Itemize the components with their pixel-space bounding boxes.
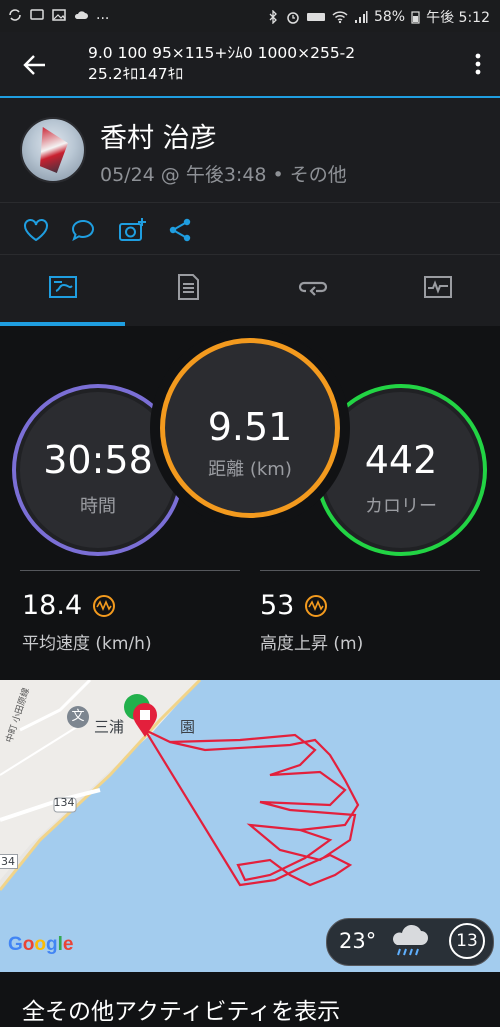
elevation-label: 高度上昇 (m) — [260, 634, 364, 654]
status-more: ... — [96, 7, 110, 23]
tab-stats[interactable] — [125, 255, 250, 327]
weather-widget[interactable]: 23° 13 — [326, 918, 494, 966]
pace-indicator-icon[interactable] — [92, 594, 116, 618]
school-icon: 文 — [67, 706, 89, 728]
share-icon[interactable] — [167, 217, 195, 243]
laps-icon — [298, 281, 328, 296]
app-bar: 9.0 100 95×115+ｼﾑ0 1000×255-2 25.2ｷﾛ147ｷ… — [0, 32, 500, 96]
tab-bar — [0, 254, 500, 327]
battery-percent: 58% — [373, 9, 406, 25]
map-overview-icon — [49, 276, 77, 298]
avg-speed-value: 18.4 — [22, 590, 83, 621]
activity-title: 9.0 100 95×115+ｼﾑ0 1000×255-2 25.2ｷﾛ147ｷ… — [88, 43, 355, 85]
distance-label: 距離 (km) — [208, 459, 292, 480]
calories-value: 442 — [364, 438, 438, 482]
calories-label: カロリー — [365, 496, 437, 517]
status-time: 午後 5:12 — [426, 10, 490, 26]
elevation-metric: 53 高度上昇 (m) — [260, 590, 363, 654]
tab-charts[interactable] — [375, 255, 500, 327]
alarm-icon — [287, 12, 299, 24]
wind-icon: 13 — [449, 923, 485, 959]
cloud-icon — [74, 11, 88, 19]
tab-overview[interactable] — [0, 255, 125, 327]
metric-divider-right — [260, 570, 480, 571]
chart-icon — [424, 276, 452, 298]
action-bar — [0, 202, 500, 255]
google-logo: Google — [8, 934, 74, 955]
place-label: 三浦園 — [94, 718, 196, 736]
image-icon — [52, 9, 66, 21]
calories-ring: 442 カロリー — [315, 384, 487, 556]
more-vert-icon[interactable] — [474, 52, 482, 76]
footer[interactable]: 全その他アクティビティを表示 — [0, 972, 500, 1027]
status-bar: ... 58% 午後 5:12 — [0, 0, 500, 32]
tab-laps[interactable] — [250, 255, 375, 327]
time-ring: 30:58 時間 — [12, 384, 184, 556]
user-name: 香村 治彦 — [100, 123, 217, 154]
stats-list-icon — [178, 274, 199, 300]
wind-speed: 13 — [456, 931, 478, 951]
title-line-1: 9.0 100 95×115+ｼﾑ0 1000×255-2 — [88, 44, 356, 62]
camera-add-icon[interactable] — [118, 217, 146, 243]
time-label: 時間 — [80, 496, 116, 517]
road-badge-2: 34 — [0, 854, 18, 869]
weather-temp: 23° — [339, 929, 377, 953]
heart-icon[interactable] — [22, 217, 50, 243]
avatar[interactable] — [20, 117, 86, 183]
time-value: 30:58 — [43, 438, 153, 482]
road-badge: 134 — [53, 796, 75, 809]
activity-date: 05/24 @ 午後3:48 • その他 — [100, 164, 347, 186]
volte-icon — [306, 13, 325, 21]
comment-icon[interactable] — [69, 217, 97, 243]
sync-icon — [9, 9, 21, 21]
elevation-value: 53 — [260, 590, 295, 621]
rain-cloud-icon — [393, 924, 428, 956]
metric-divider-left — [20, 570, 240, 571]
avg-speed-metric: 18.4 平均速度 (km/h) — [22, 590, 152, 654]
message-icon — [30, 9, 44, 20]
elevation-indicator-icon[interactable] — [304, 594, 328, 618]
title-line-2: 25.2ｷﾛ147ｷﾛ — [88, 65, 184, 83]
distance-value: 9.51 — [207, 405, 293, 449]
bluetooth-icon — [269, 10, 277, 24]
avg-speed-label: 平均速度 (km/h) — [22, 634, 152, 654]
user-header: 香村 治彦 05/24 @ 午後3:48 • その他 — [0, 98, 500, 202]
distance-ring: 9.51 距離 (km) — [160, 338, 340, 518]
back-arrow-icon[interactable] — [20, 50, 50, 80]
battery-icon — [411, 11, 420, 24]
signal-icon — [354, 11, 368, 23]
wifi-icon — [332, 11, 348, 24]
show-all-activities-link[interactable]: 全その他アクティビティを表示 — [22, 992, 340, 1026]
